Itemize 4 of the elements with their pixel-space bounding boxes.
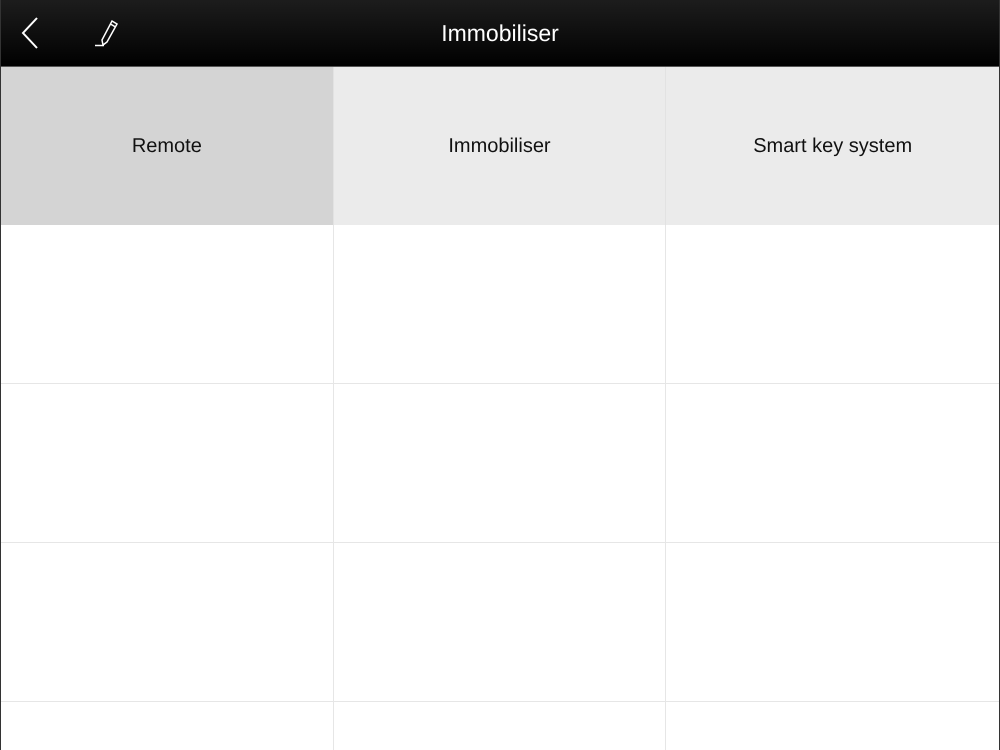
screen-title: Immobiliser bbox=[441, 20, 559, 46]
category-tab[interactable]: Smart key system bbox=[666, 67, 999, 225]
category-tab[interactable]: Immobiliser bbox=[334, 67, 666, 225]
category-tab[interactable]: Remote bbox=[1, 67, 334, 225]
